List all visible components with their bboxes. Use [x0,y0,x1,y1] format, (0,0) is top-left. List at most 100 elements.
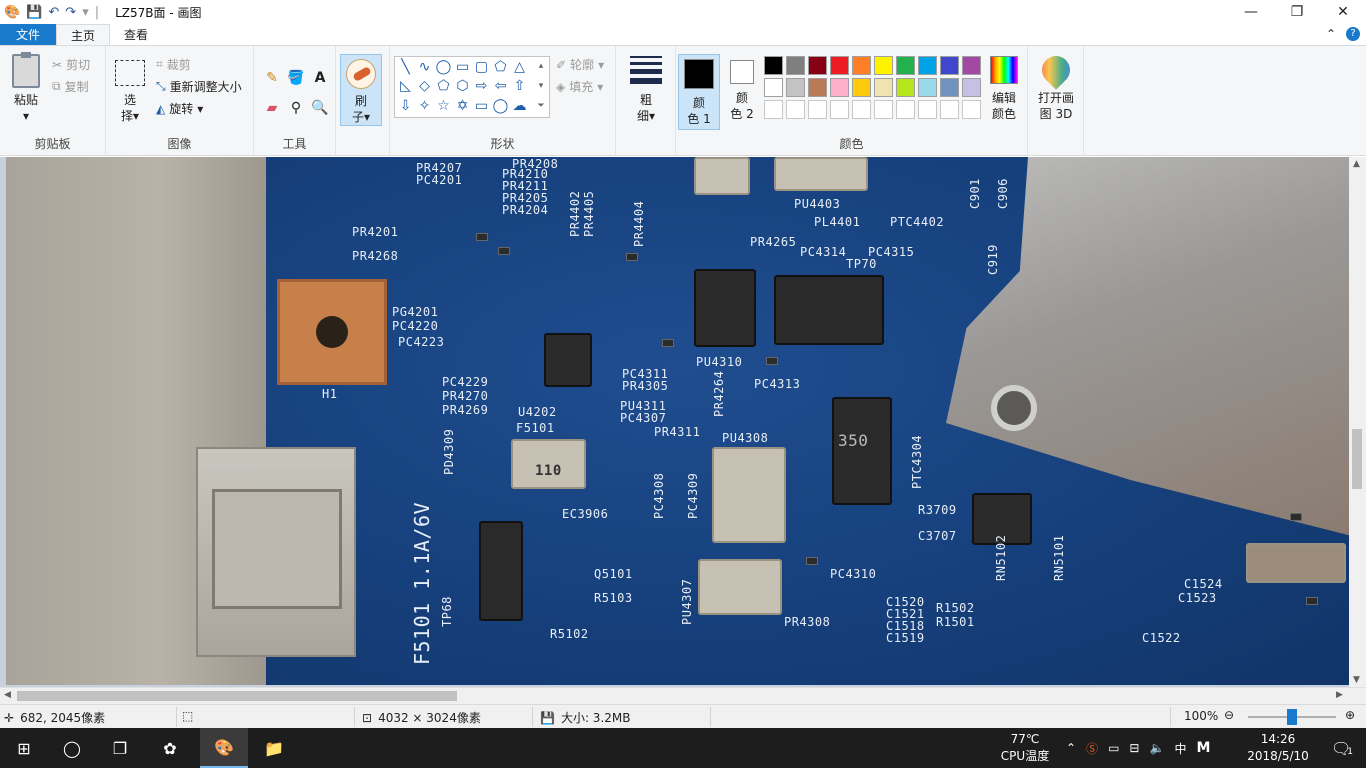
cut-button[interactable]: ✂ 剪切 [52,56,90,73]
show-hidden-icons-icon[interactable]: ⌃ [1066,741,1076,755]
crop-button[interactable]: ⌗ 裁剪 [156,56,191,73]
fill-button[interactable]: ◈ 填充 ▾ [556,78,603,95]
tab-view[interactable]: 查看 [110,24,162,45]
palette-swatch[interactable] [874,78,893,97]
left-arrow-shape-icon[interactable]: ⇦ [491,77,510,96]
shapes-more-icon[interactable]: ⏷ [533,97,549,116]
palette-swatch[interactable] [896,78,915,97]
diamond-shape-icon[interactable]: ◇ [415,77,434,96]
vertical-scrollbar[interactable]: ▲ ▼ [1349,157,1366,687]
scroll-right-icon[interactable]: ▶ [1336,690,1343,700]
six-point-star-shape-icon[interactable]: ✡ [453,97,472,116]
oval-shape-icon[interactable]: ◯ [434,58,453,77]
scroll-down-icon[interactable]: ▼ [1353,675,1360,685]
custom-palette-slot[interactable] [830,100,849,119]
motherboard-photo[interactable]: 110 350 PR4201 PR4268 PG4201 PC4220 PC42… [6,157,1349,685]
taskbar-file-explorer[interactable]: 📁 [250,728,298,768]
palette-swatch[interactable] [962,56,981,75]
palette-swatch[interactable] [962,78,981,97]
volume-icon[interactable]: 🔈 [1149,741,1164,755]
size-button[interactable]: 粗 细▾ [626,56,666,124]
paste-button[interactable]: 粘贴 ▾ [6,52,46,124]
five-point-star-shape-icon[interactable]: ☆ [434,97,453,116]
zoom-in-button[interactable]: ⊕ [1345,708,1355,722]
custom-palette-slot[interactable] [764,100,783,119]
palette-swatch[interactable] [852,56,871,75]
text-tool-icon[interactable]: A [310,68,330,88]
pencil-icon[interactable]: ✎ [262,68,282,88]
zoom-out-button[interactable]: ⊖ [1224,708,1234,722]
callout-rect-shape-icon[interactable]: ▭ [472,97,491,116]
custom-palette-slot[interactable] [808,100,827,119]
customize-quick-access-icon[interactable]: ▾ [82,5,89,20]
taskbar-paint-app[interactable]: 🎨 [200,728,248,768]
fill-bucket-icon[interactable]: 🪣 [286,68,306,88]
four-point-star-shape-icon[interactable]: ✧ [415,97,434,116]
color-picker-icon[interactable]: ⚲ [286,98,306,118]
palette-swatch[interactable] [764,56,783,75]
action-center-button[interactable]: 🗨 1 [1318,728,1366,768]
palette-swatch[interactable] [940,78,959,97]
palette-swatch[interactable] [918,56,937,75]
battery-icon[interactable]: ▭ [1108,741,1119,755]
palette-swatch[interactable] [808,56,827,75]
custom-palette-slot[interactable] [918,100,937,119]
task-view-button[interactable]: ❐ [96,728,144,768]
edit-colors-button[interactable]: 编辑 颜色 [984,56,1024,122]
help-icon[interactable]: ? [1346,27,1360,41]
outline-button[interactable]: ✐ 轮廓 ▾ [556,56,604,73]
palette-swatch[interactable] [786,78,805,97]
paint-app-icon[interactable]: 🎨 [4,5,20,20]
palette-swatch[interactable] [808,78,827,97]
triangle-shape-icon[interactable]: △ [510,58,529,77]
taskbar-pinwheel-app[interactable]: ✿ [146,728,194,768]
cortana-button[interactable]: ◯ [48,728,96,768]
undo-icon[interactable]: ↶ [48,5,59,20]
palette-swatch[interactable] [874,56,893,75]
copy-button[interactable]: ⧉ 复制 [52,78,89,95]
right-triangle-shape-icon[interactable]: ◺ [396,77,415,96]
shapes-scroll-up-icon[interactable]: ▴ [533,57,549,76]
custom-palette-slot[interactable] [786,100,805,119]
close-button[interactable]: ✕ [1320,0,1366,24]
rounded-rectangle-shape-icon[interactable]: ▢ [472,58,491,77]
brushes-button[interactable]: 刷 子▾ [340,54,382,126]
palette-swatch[interactable] [830,78,849,97]
palette-swatch[interactable] [764,78,783,97]
maximize-button[interactable]: ❐ [1274,0,1320,24]
scroll-up-icon[interactable]: ▲ [1353,159,1360,169]
up-arrow-shape-icon[interactable]: ⇧ [510,77,529,96]
select-button[interactable]: 选 择▾ [112,60,148,124]
rotate-button[interactable]: ◭ 旋转 ▾ [156,100,203,117]
system-clock[interactable]: 14:26 2018/5/10 [1236,731,1320,765]
palette-swatch[interactable] [918,78,937,97]
rectangle-shape-icon[interactable]: ▭ [453,58,472,77]
minimize-button[interactable]: — [1228,0,1274,24]
palette-swatch[interactable] [786,56,805,75]
tab-file[interactable]: 文件 [0,24,56,45]
callout-oval-shape-icon[interactable]: ◯ [491,97,510,116]
right-arrow-shape-icon[interactable]: ⇨ [472,77,491,96]
save-icon[interactable]: 💾 [26,5,42,20]
network-icon[interactable]: ⊟ [1129,741,1139,755]
custom-palette-slot[interactable] [962,100,981,119]
ime-mode-indicator[interactable]: M [1196,740,1210,756]
redo-icon[interactable]: ↷ [65,5,76,20]
eraser-icon[interactable]: ▰ [262,98,282,118]
resize-button[interactable]: ⤡ 重新调整大小 [156,78,242,95]
custom-palette-slot[interactable] [874,100,893,119]
custom-palette-slot[interactable] [940,100,959,119]
canvas-area[interactable]: 110 350 PR4201 PR4268 PG4201 PC4220 PC42… [0,157,1366,687]
shapes-scroll-down-icon[interactable]: ▾ [533,77,549,96]
horizontal-scrollbar[interactable]: ◀ ▶ [0,687,1366,704]
palette-swatch[interactable] [896,56,915,75]
open-paint-3d-button[interactable]: 打开画 图 3D [1032,50,1080,122]
color-2-button[interactable]: 颜 色 2 [722,60,762,122]
line-shape-icon[interactable]: ╲ [396,58,415,77]
pentagon-shape-icon[interactable]: ⬠ [434,77,453,96]
ime-language-indicator[interactable]: 中 [1174,740,1186,757]
start-button[interactable]: ⊞ [0,728,48,768]
color-1-button[interactable]: 颜 色 1 [678,54,720,130]
custom-palette-slot[interactable] [896,100,915,119]
curve-shape-icon[interactable]: ∿ [415,58,434,77]
